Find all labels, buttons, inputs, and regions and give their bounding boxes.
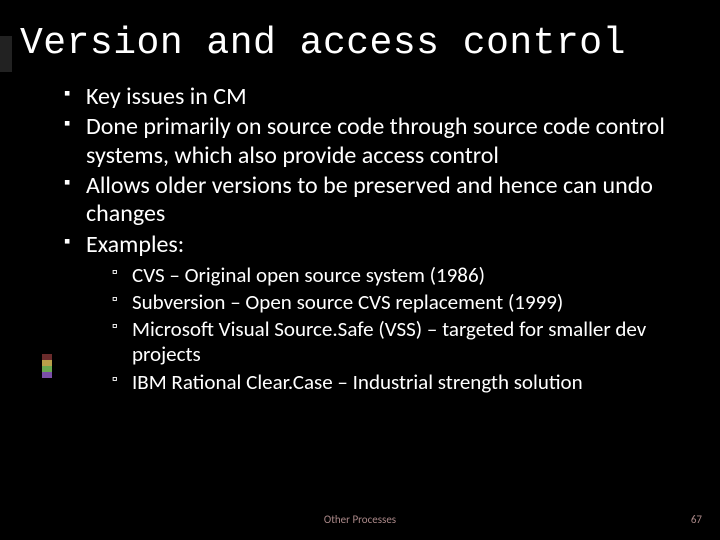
stripe-4 xyxy=(42,372,52,378)
bullet-text: Allows older versions to be preserved an… xyxy=(86,171,653,228)
bullet-item: Examples: CVS – Original open source sys… xyxy=(64,231,680,395)
sub-bullet-list: CVS – Original open source system (1986)… xyxy=(86,263,680,395)
slide-title: Version and access control xyxy=(0,0,720,65)
title-accent-block xyxy=(0,36,12,72)
content-area: Key issues in CM Done primarily on sourc… xyxy=(0,65,720,395)
bullet-text: Key issues in CM xyxy=(86,82,247,111)
page-number: 67 xyxy=(691,513,702,526)
bullet-text: Done primarily on source code through so… xyxy=(86,112,665,169)
sub-bullet-item: Subversion – Open source CVS replacement… xyxy=(112,290,680,315)
bullet-item: Done primarily on source code through so… xyxy=(64,113,680,170)
sub-bullet-item: CVS – Original open source system (1986) xyxy=(112,263,680,288)
sub-bullet-text: Subversion – Open source CVS replacement… xyxy=(132,289,563,315)
bullet-list: Key issues in CM Done primarily on sourc… xyxy=(64,83,680,395)
sub-bullet-text: Microsoft Visual Source.Safe (VSS) – tar… xyxy=(132,316,646,367)
footer-text: Other Processes xyxy=(0,513,720,526)
bullet-item: Allows older versions to be preserved an… xyxy=(64,172,680,229)
slide: Version and access control Key issues in… xyxy=(0,0,720,540)
sub-bullet-item: IBM Rational Clear.Case – Industrial str… xyxy=(112,370,680,395)
sub-bullet-text: IBM Rational Clear.Case – Industrial str… xyxy=(132,369,583,395)
sub-bullet-text: CVS – Original open source system (1986) xyxy=(132,262,485,288)
bullet-text: Examples: xyxy=(86,230,184,259)
bullet-item: Key issues in CM xyxy=(64,83,680,111)
sub-bullet-item: Microsoft Visual Source.Safe (VSS) – tar… xyxy=(112,317,680,367)
accent-stripes xyxy=(42,354,52,378)
